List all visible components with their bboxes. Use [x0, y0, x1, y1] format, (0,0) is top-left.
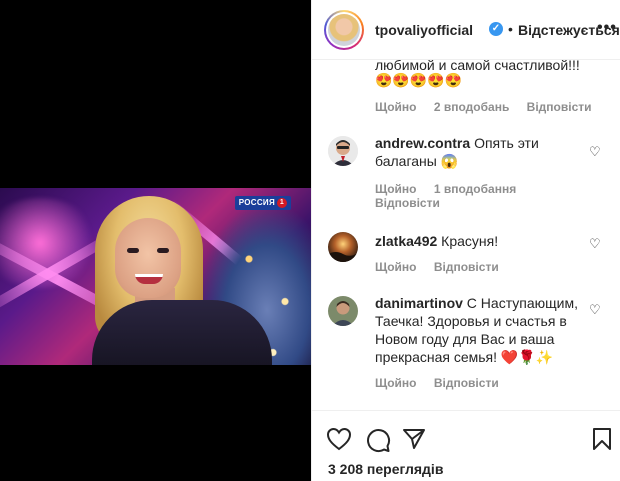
- comment-time[interactable]: Щойно: [375, 100, 417, 114]
- channel-number: 1: [277, 198, 287, 208]
- video-frame[interactable]: РОССИЯ 1: [0, 188, 311, 365]
- post-panel: tpovaliyofficial ✓ • Відстежується ••• л…: [311, 0, 620, 481]
- post-media[interactable]: РОССИЯ 1: [0, 0, 311, 481]
- reply-button[interactable]: Відповісти: [375, 196, 440, 210]
- verified-icon: ✓: [489, 22, 503, 36]
- post-actions-bar: 3 208 переглядів: [312, 410, 620, 481]
- post-header: tpovaliyofficial ✓ • Відстежується •••: [312, 0, 620, 60]
- comment-text: Красуня!: [441, 233, 499, 249]
- author-username[interactable]: tpovaliyofficial: [375, 22, 473, 38]
- comment-username[interactable]: andrew.contra: [375, 135, 470, 151]
- commenter-avatar[interactable]: [328, 296, 358, 326]
- comment-username[interactable]: danimartinov: [375, 295, 463, 311]
- eye: [127, 248, 139, 253]
- channel-logo: РОССИЯ 1: [234, 196, 291, 210]
- comment-item: danimartinov С Наступающим, Таечка! Здор…: [312, 292, 620, 402]
- reply-button[interactable]: Відповісти: [527, 100, 592, 114]
- heart-icon[interactable]: [326, 427, 352, 451]
- heart-icon[interactable]: ♡: [589, 145, 601, 158]
- share-icon[interactable]: [402, 428, 426, 450]
- comment-icon[interactable]: [365, 427, 391, 453]
- comment-likes[interactable]: 2 вподобань: [434, 100, 509, 114]
- comments-list[interactable]: любимой и самой счастливой!!! 😍😍😍😍😍 Щойн…: [312, 60, 620, 410]
- presenter-dress: [92, 300, 272, 365]
- comment-item: zlatka492 Красуня! Щойно Відповісти ♡: [312, 228, 620, 288]
- reply-button[interactable]: Відповісти: [434, 260, 499, 274]
- comment-time[interactable]: Щойно: [375, 260, 417, 274]
- author-avatar[interactable]: [324, 10, 364, 50]
- separator-dot: •: [508, 21, 513, 37]
- comment-item: любимой и самой счастливой!!! 😍😍😍😍😍 Щойн…: [312, 60, 620, 130]
- commenter-avatar[interactable]: [328, 136, 358, 166]
- bookmark-icon[interactable]: [592, 427, 612, 451]
- eye: [157, 248, 169, 253]
- more-icon[interactable]: •••: [597, 19, 617, 37]
- comment-time[interactable]: Щойно: [375, 182, 417, 196]
- comment-item: andrew.contra Опять эти балаганы 😱 Щойно…: [312, 132, 620, 216]
- views-count[interactable]: 3 208 переглядів: [328, 461, 443, 477]
- heart-icon[interactable]: ♡: [589, 237, 601, 250]
- comment-likes[interactable]: 1 вподобання: [434, 182, 516, 196]
- comment-username[interactable]: zlatka492: [375, 233, 437, 249]
- heart-icon[interactable]: ♡: [589, 303, 601, 316]
- comment-time[interactable]: Щойно: [375, 376, 417, 390]
- reply-button[interactable]: Відповісти: [434, 376, 499, 390]
- comment-emoji: 😍😍😍😍😍: [375, 72, 463, 88]
- commenter-avatar[interactable]: [328, 232, 358, 262]
- presenter-face: [115, 218, 181, 298]
